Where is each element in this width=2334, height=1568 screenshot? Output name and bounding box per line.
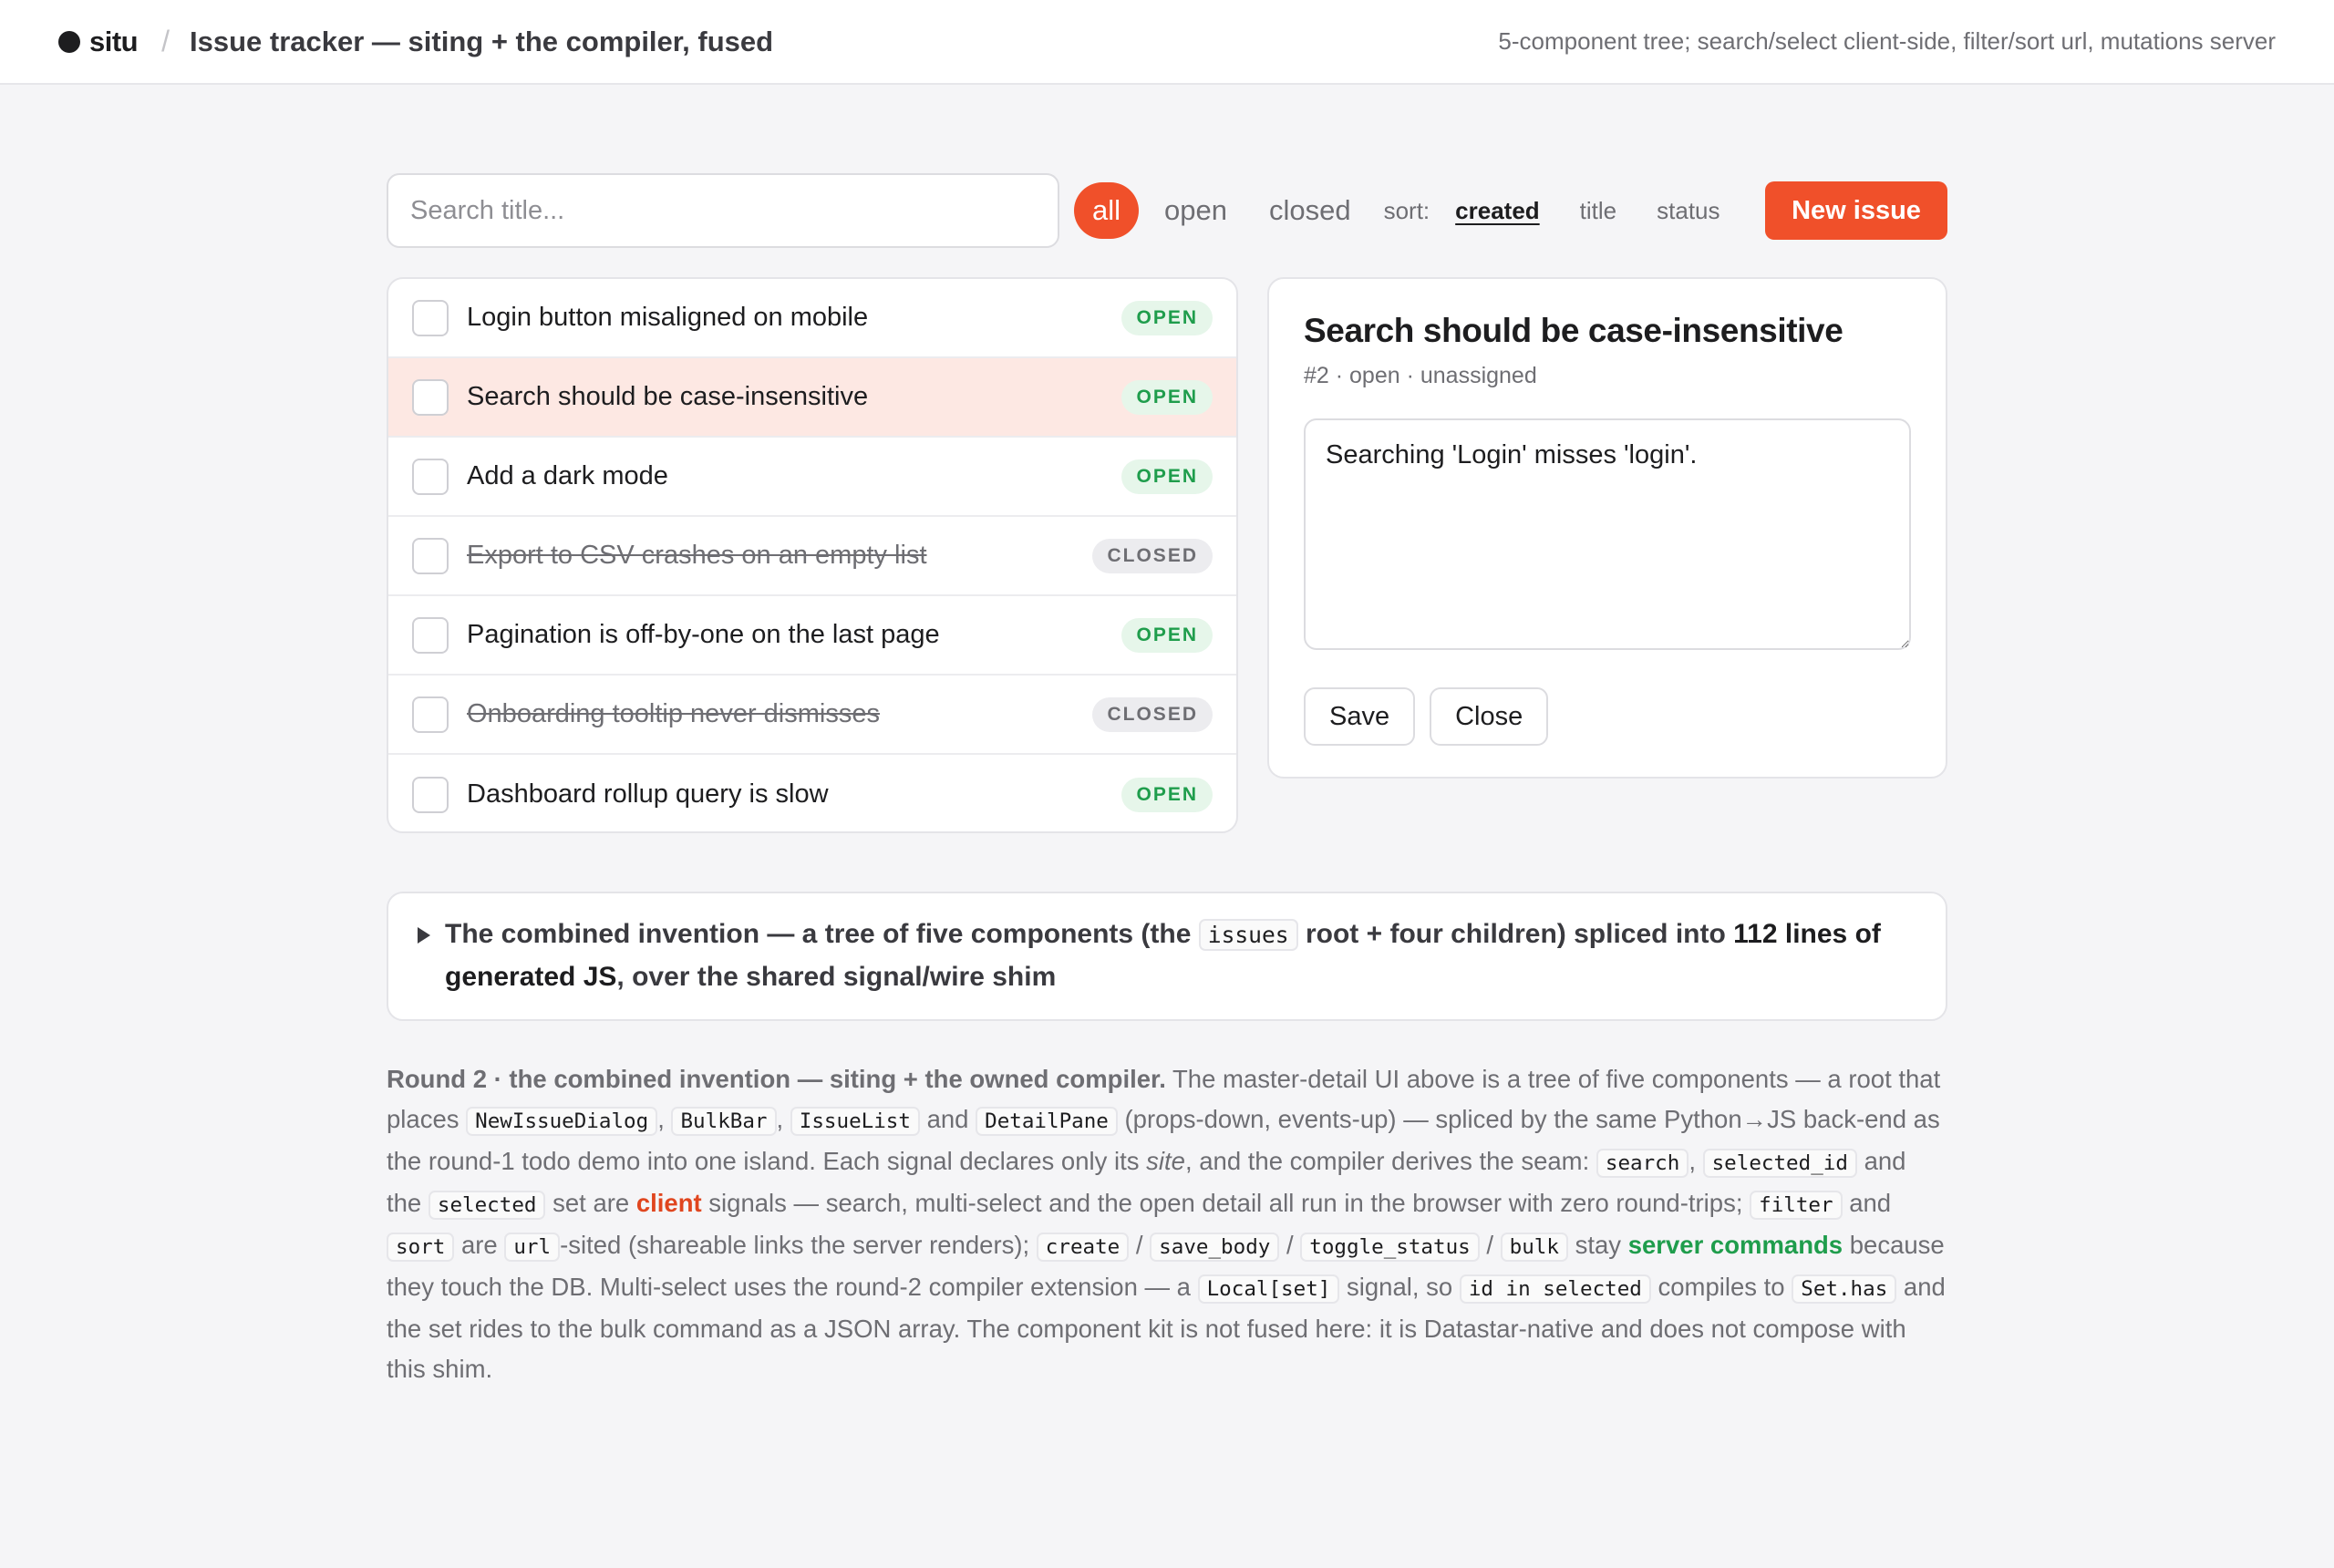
issue-title: Search should be case-insensitive [467,382,869,411]
code-toggle-status: toggle_status [1300,1233,1480,1262]
brand-dot-icon [58,30,80,53]
issue-row[interactable]: Pagination is off-by-one on the last pag… [388,596,1236,676]
close-button[interactable]: Close [1430,687,1549,746]
search-input[interactable] [387,173,1059,248]
breadcrumb-separator: / [161,25,170,57]
code-local-set: Local[set] [1197,1274,1340,1304]
status-badge: CLOSED [1092,696,1213,732]
code-selected: selected [428,1191,546,1220]
prose-text: , [657,1105,672,1133]
code-detailpane: DetailPane [976,1107,1118,1136]
prose-text: compiles to [1650,1273,1792,1301]
prose-text: and [919,1105,976,1133]
server-highlight: server commands [1627,1231,1843,1259]
prose-text: are [454,1231,505,1259]
issue-list: Login button misaligned on mobile OPEN S… [387,277,1238,833]
issue-title: Dashboard rollup query is slow [467,779,829,809]
issue-checkbox[interactable] [412,696,449,733]
prose-text: / [1129,1231,1151,1259]
issue-row[interactable]: Export to CSV crashes on an empty list C… [388,517,1236,596]
issue-checkbox[interactable] [412,458,449,495]
filter-all[interactable]: all [1074,182,1140,239]
triangle-right-icon [418,927,430,944]
status-badge: OPEN [1121,379,1213,415]
status-badge: OPEN [1121,777,1213,812]
status-badge: OPEN [1121,617,1213,653]
code-selected-id: selected_id [1702,1149,1857,1178]
status-badge: OPEN [1121,459,1213,494]
detail-actions: Save Close [1304,687,1911,746]
disclosure-summary: The combined invention — a tree of five … [445,913,1916,999]
new-issue-button[interactable]: New issue [1765,181,1947,240]
code-set-has: Set.has [1792,1274,1897,1304]
prose-text: signals — search, multi-select and the o… [701,1189,1750,1217]
sort-label: sort: [1383,196,1430,224]
sort-created[interactable]: created [1435,197,1560,225]
prose-emphasis: site [1146,1147,1185,1175]
code-search: search [1596,1149,1689,1178]
prose-text: -sited (shareable links the server rende… [560,1231,1037,1259]
toolbar: all open closed sort: created title stat… [387,173,1947,248]
code-create: create [1036,1233,1130,1262]
issue-checkbox[interactable] [412,776,449,813]
issue-checkbox[interactable] [412,299,449,336]
detail-body-textarea[interactable]: Searching 'Login' misses 'login'. [1304,418,1911,650]
prose-text: signal, so [1339,1273,1460,1301]
client-highlight: client [635,1189,702,1217]
issue-title: Onboarding tooltip never dismisses [467,699,880,728]
issue-title: Export to CSV crashes on an empty list [467,541,927,570]
top-bar: situ / Issue tracker — siting + the comp… [0,0,2334,85]
code-url: url [504,1233,561,1262]
code-newissuedialog: NewIssueDialog [466,1107,658,1136]
explanation-paragraph: Round 2 · the combined invention — sitin… [387,1059,1947,1389]
page-title: Issue tracker — siting + the compiler, f… [190,25,774,57]
brand[interactable]: situ [58,25,139,58]
detail-pane: Search should be case-insensitive #2 · o… [1267,277,1947,779]
issue-title: Pagination is off-by-one on the last pag… [467,620,940,649]
issue-checkbox[interactable] [412,616,449,654]
prose-lead: Round 2 · the combined invention — sitin… [387,1065,1166,1093]
sort-status[interactable]: status [1637,197,1740,225]
issue-checkbox[interactable] [412,537,449,574]
prose-text: , [1689,1147,1703,1175]
prose-text: / [1479,1231,1501,1259]
filter-closed[interactable]: closed [1251,182,1369,239]
prose-text: , and the compiler derives the seam: [1184,1147,1596,1175]
issue-row-selected[interactable]: Search should be case-insensitive OPEN [388,358,1236,438]
prose-text: stay [1567,1231,1628,1259]
code-bulkbar: BulkBar [671,1107,777,1136]
issue-row[interactable]: Dashboard rollup query is slow OPEN [388,755,1236,831]
code-id-in-selected: id in selected [1459,1274,1651,1304]
summary-text: , over the shared signal/wire shim [616,962,1057,992]
issue-row[interactable]: Add a dark mode OPEN [388,438,1236,517]
filter-open[interactable]: open [1146,182,1245,239]
detail-title: Search should be case-insensitive [1304,312,1843,349]
code-bulk: bulk [1500,1233,1568,1262]
prose-text: set are [545,1189,636,1217]
summary-text: root + four children) spliced into [1297,919,1734,949]
status-badge: OPEN [1121,300,1213,335]
issue-title: Login button misaligned on mobile [467,303,869,332]
header-note: 5-component tree; search/select client-s… [1498,27,2276,55]
issue-row[interactable]: Onboarding tooltip never dismisses CLOSE… [388,676,1236,755]
prose-text: / [1279,1231,1301,1259]
issue-checkbox[interactable] [412,378,449,416]
brand-name: situ [89,25,139,57]
status-badge: CLOSED [1092,538,1213,573]
code-save-body: save_body [1150,1233,1280,1262]
code-issuelist: IssueList [790,1107,920,1136]
combined-invention-disclosure[interactable]: The combined invention — a tree of five … [387,892,1947,1021]
code-issues: issues [1198,919,1298,951]
code-sort: sort [387,1233,455,1262]
detail-meta: #2 · open · unassigned [1304,363,1537,388]
prose-text: , [776,1105,790,1133]
sort-title[interactable]: title [1560,197,1637,225]
prose-text: and [1842,1189,1892,1217]
issue-row[interactable]: Login button misaligned on mobile OPEN [388,279,1236,358]
summary-text: The combined invention — a tree of five … [445,919,1199,949]
issue-title: Add a dark mode [467,461,668,490]
save-button[interactable]: Save [1304,687,1416,746]
code-filter: filter [1750,1191,1843,1220]
